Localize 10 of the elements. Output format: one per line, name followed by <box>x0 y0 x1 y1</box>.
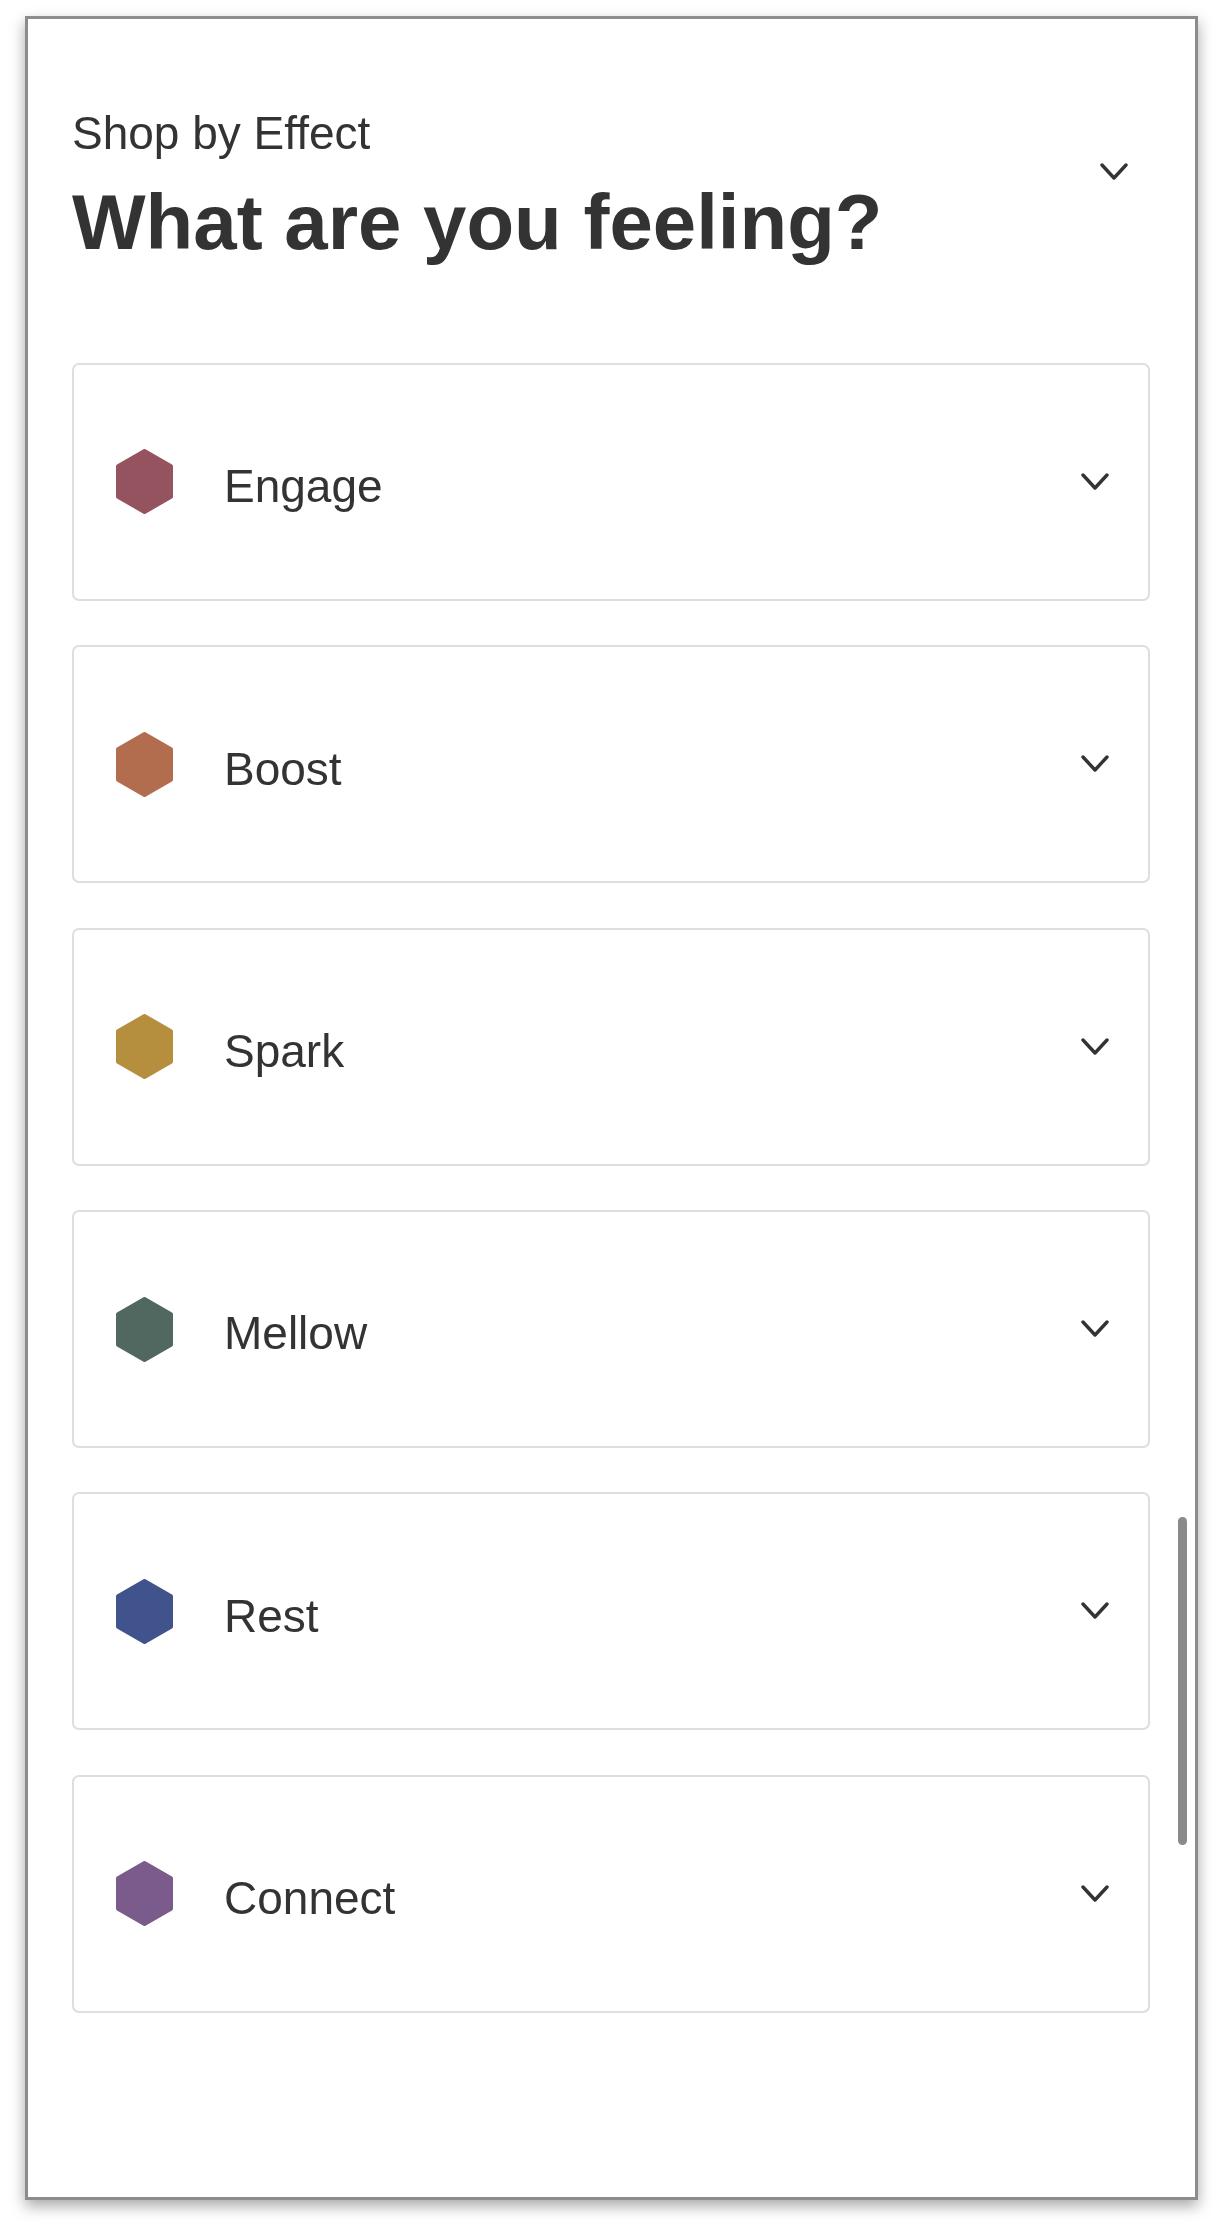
effect-accordion-item[interactable]: Rest <box>72 1492 1150 1731</box>
effect-accordion-item[interactable]: Connect <box>72 1774 1150 2013</box>
section-title: What are you feeling? <box>72 178 883 268</box>
chevron-down-icon[interactable] <box>1100 163 1128 181</box>
effect-accordion-item[interactable]: Engage <box>72 362 1150 601</box>
section-eyebrow: Shop by Effect <box>72 106 371 161</box>
effect-accordion-item[interactable]: Spark <box>72 927 1150 1166</box>
effect-accordion-item[interactable]: Mellow <box>72 1210 1150 1449</box>
scrollbar-thumb[interactable] <box>1178 1517 1187 1845</box>
effect-accordion-item[interactable]: Boost <box>72 645 1150 884</box>
